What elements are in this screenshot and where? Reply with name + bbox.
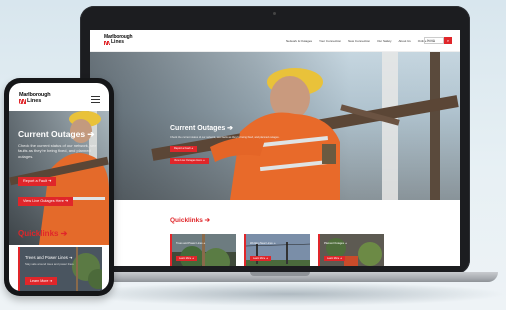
hero-description: Check the current status of our network,… — [18, 143, 97, 159]
hero-banner: Current Outages ➔ Check the current stat… — [9, 111, 109, 245]
quicklink-card[interactable]: Trees and Power Lines ➔ Stay safe around… — [18, 247, 102, 291]
card-photo — [172, 234, 236, 266]
report-fault-button[interactable]: Report a Fault ➔ — [18, 177, 57, 186]
card-label: Planned Outages ➔ — [324, 242, 347, 245]
card-label: Working Near Lines ➔ — [250, 242, 276, 245]
view-live-outages-button[interactable]: View Live Outages Here ➔ — [18, 197, 74, 206]
card-label: Trees and Power Lines ➔ — [25, 255, 73, 260]
learn-more-button[interactable]: Learn More ➔ — [324, 256, 345, 261]
camera-dot — [273, 12, 276, 15]
nav-about-us[interactable]: About Us — [398, 39, 410, 43]
hero-banner: Current Outages ➔ Check the current stat… — [90, 52, 460, 200]
main-nav: Network & Outages Your Connection New Co… — [286, 39, 435, 43]
laptop-screen: Marlborough Lines Network & Outages Your… — [90, 30, 460, 266]
device-shadow — [70, 282, 506, 306]
logo-line-2: Lines — [27, 97, 42, 104]
phone-mockup: Marlborough Lines Current Outages ➔ Chec… — [4, 78, 114, 296]
quicklink-card[interactable]: Trees and Power Lines ➔ Learn More ➔ — [170, 234, 236, 266]
laptop-notch — [250, 272, 310, 276]
logo-line-2: Lines — [111, 39, 125, 45]
nav-new-connection[interactable]: New Connection — [348, 39, 370, 43]
quicklinks-title[interactable]: Quicklinks ➔ — [18, 229, 67, 238]
phone-screen: Marlborough Lines Current Outages ➔ Chec… — [9, 83, 109, 291]
logo-stripes-icon — [19, 98, 26, 104]
search-input[interactable]: Search — [424, 37, 444, 44]
brand-logo[interactable]: Marlborough Lines — [19, 92, 51, 104]
card-label: Trees and Power Lines ➔ — [176, 242, 206, 245]
quicklink-card[interactable]: Working Near Lines ➔ Learn More ➔ — [244, 234, 310, 266]
learn-more-button[interactable]: Learn More ➔ — [250, 256, 271, 261]
card-description: Stay safe around trees and power lines. — [25, 262, 75, 266]
search-icon[interactable]: ⌕ — [444, 37, 452, 44]
card-photo — [320, 234, 384, 266]
nav-network-outages[interactable]: Network & Outages — [286, 39, 312, 43]
quicklinks-cards: Trees and Power Lines ➔ Learn More ➔ Wor… — [170, 234, 384, 266]
card-photo — [246, 234, 310, 266]
report-fault-button[interactable]: Report a Fault ➔ — [170, 146, 198, 152]
quicklinks-title[interactable]: Quicklinks ➔ — [170, 216, 210, 224]
hero-title[interactable]: Current Outages ➔ — [170, 124, 233, 132]
learn-more-button[interactable]: Learn More ➔ — [176, 256, 197, 261]
hero-title[interactable]: Current Outages ➔ — [18, 129, 95, 140]
view-live-outages-button[interactable]: View Live Outages Here ➔ — [170, 158, 209, 164]
hero-description: Check the current status of our network,… — [170, 136, 280, 139]
logo-stripes-icon — [104, 40, 110, 45]
site-header: Marlborough Lines Network & Outages Your… — [90, 30, 460, 52]
quicklink-card[interactable]: Planned Outages ➔ Learn More ➔ — [318, 234, 384, 266]
hamburger-menu-icon[interactable] — [91, 96, 100, 103]
hero-photo — [151, 52, 459, 200]
nav-your-connection[interactable]: Your Connection — [319, 39, 341, 43]
nav-our-safety[interactable]: Our Safety — [377, 39, 391, 43]
learn-more-button[interactable]: Learn More ➔ — [25, 277, 58, 285]
laptop-mockup: Marlborough Lines Network & Outages Your… — [80, 6, 470, 274]
brand-logo[interactable]: Marlborough Lines — [104, 35, 133, 45]
